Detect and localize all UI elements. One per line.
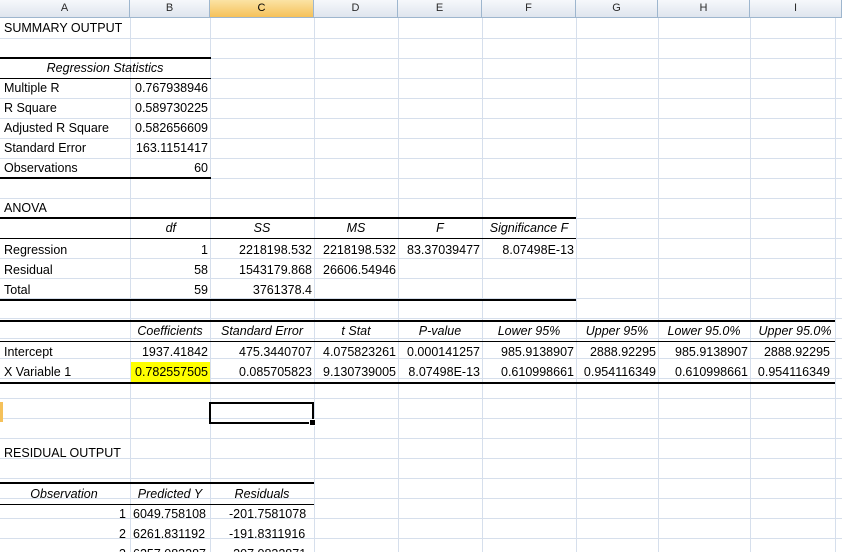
- coef-header-lower-95[interactable]: Lower 95%: [482, 321, 576, 341]
- stat-label-r-square[interactable]: R Square: [4, 98, 57, 118]
- anova-ms-residual[interactable]: 26606.54946: [314, 260, 396, 280]
- residual-predicted-y[interactable]: 6257.083287: [133, 544, 206, 552]
- column-header-c[interactable]: C: [210, 0, 314, 18]
- anova-label-total[interactable]: Total: [4, 280, 30, 300]
- residual-observation[interactable]: 2: [0, 524, 126, 544]
- stat-label-standard-error[interactable]: Standard Error: [4, 138, 86, 158]
- anova-ss-residual[interactable]: 1543179.868: [210, 260, 312, 280]
- coef-header-upper-95-0[interactable]: Upper 95.0%: [750, 321, 840, 341]
- residual-predicted-y[interactable]: 6261.831192: [133, 524, 205, 544]
- coef-intercept-coefficient[interactable]: 1937.41842: [130, 342, 208, 362]
- anova-ss-regression[interactable]: 2218198.532: [210, 240, 312, 260]
- coef-header-standard-error[interactable]: Standard Error: [210, 321, 314, 341]
- cell-grid[interactable]: SUMMARY OUTPUT Regression Statistics Mul…: [0, 18, 842, 552]
- coef-intercept-standard-error[interactable]: 475.3440707: [210, 342, 312, 362]
- column-header-g[interactable]: G: [576, 0, 658, 18]
- stat-label-multiple-r[interactable]: Multiple R: [4, 78, 60, 98]
- residual-observation[interactable]: 3: [0, 544, 126, 552]
- selected-cell[interactable]: [209, 402, 316, 426]
- coef-header-p-value[interactable]: P-value: [398, 321, 482, 341]
- active-row-marker: [0, 402, 3, 422]
- anova-f-regression[interactable]: 83.37039477: [398, 240, 480, 260]
- stat-value-multiple-r[interactable]: 0.767938946: [130, 78, 208, 98]
- residual-header-residuals[interactable]: Residuals: [210, 484, 314, 504]
- anova-header-df[interactable]: df: [130, 218, 176, 238]
- column-header-e[interactable]: E: [398, 0, 482, 18]
- residual-value[interactable]: -201.7581078: [229, 504, 306, 524]
- coef-header-lower-95-0[interactable]: Lower 95.0%: [658, 321, 750, 341]
- coef-intercept-lower-95-0[interactable]: 985.9138907: [658, 342, 748, 362]
- anova-ms-regression[interactable]: 2218198.532: [314, 240, 396, 260]
- stat-label-observations[interactable]: Observations: [4, 158, 78, 178]
- stat-value-r-square[interactable]: 0.589730225: [130, 98, 208, 118]
- coef-x-variable-1-coefficient[interactable]: 0.782557505: [130, 362, 208, 382]
- anova-label-regression[interactable]: Regression: [4, 240, 67, 260]
- coef-x-variable-1-lower-95[interactable]: 0.610998661: [482, 362, 574, 382]
- residual-value[interactable]: -191.8311916: [229, 524, 305, 544]
- coef-label-intercept[interactable]: Intercept: [4, 342, 53, 362]
- coef-intercept-p-value[interactable]: 0.000141257: [398, 342, 480, 362]
- anova-df-regression[interactable]: 1: [130, 240, 208, 260]
- column-header-h[interactable]: H: [658, 0, 750, 18]
- anova-title[interactable]: ANOVA: [4, 198, 47, 218]
- column-header-a[interactable]: A: [0, 0, 130, 18]
- coef-label-x-variable-1[interactable]: X Variable 1: [4, 362, 71, 382]
- coef-intercept-upper-95-0[interactable]: 2888.92295: [750, 342, 830, 362]
- coef-intercept-t-stat[interactable]: 4.075823261: [314, 342, 396, 362]
- residual-output-title[interactable]: RESIDUAL OUTPUT: [4, 443, 121, 463]
- fill-handle[interactable]: [309, 419, 316, 426]
- residual-predicted-y[interactable]: 6049.758108: [133, 504, 206, 524]
- residual-observation[interactable]: 1: [0, 504, 126, 524]
- coef-header-upper-95[interactable]: Upper 95%: [576, 321, 658, 341]
- column-header-i[interactable]: I: [750, 0, 842, 18]
- anova-label-residual[interactable]: Residual: [4, 260, 53, 280]
- stat-value-observations[interactable]: 60: [130, 158, 208, 178]
- coef-header-t-stat[interactable]: t Stat: [314, 321, 398, 341]
- anova-df-total[interactable]: 59: [130, 280, 208, 300]
- column-header-d[interactable]: D: [314, 0, 398, 18]
- anova-ss-total[interactable]: 3761378.4: [210, 280, 312, 300]
- anova-sig-regression[interactable]: 8.07498E-13: [482, 240, 574, 260]
- anova-header-f[interactable]: F: [398, 218, 482, 238]
- summary-title[interactable]: SUMMARY OUTPUT: [4, 18, 122, 38]
- anova-header-significance-f[interactable]: Significance F: [482, 218, 576, 238]
- coef-x-variable-1-upper-95-0[interactable]: 0.954116349: [750, 362, 830, 382]
- stat-value-standard-error[interactable]: 163.1151417: [130, 138, 208, 158]
- stat-value-adjusted-r-square[interactable]: 0.582656609: [130, 118, 208, 138]
- coef-x-variable-1-standard-error[interactable]: 0.085705823: [210, 362, 312, 382]
- residual-header-observation[interactable]: Observation: [0, 484, 128, 504]
- coef-x-variable-1-upper-95[interactable]: 0.954116349: [576, 362, 656, 382]
- regression-statistics-title[interactable]: Regression Statistics: [0, 58, 210, 78]
- stat-label-adjusted-r-square[interactable]: Adjusted R Square: [4, 118, 109, 138]
- spreadsheet: A B C D E F G H I SUMMARY OUTPUT Regress…: [0, 0, 842, 552]
- anova-header-ss[interactable]: SS: [210, 218, 314, 238]
- coef-intercept-lower-95[interactable]: 985.9138907: [482, 342, 574, 362]
- coef-header-coefficients[interactable]: Coefficients: [130, 321, 210, 341]
- coef-x-variable-1-t-stat[interactable]: 9.130739005: [314, 362, 396, 382]
- column-header-f[interactable]: F: [482, 0, 576, 18]
- residual-header-predicted-y[interactable]: Predicted Y: [130, 484, 210, 504]
- coef-intercept-upper-95[interactable]: 2888.92295: [576, 342, 656, 362]
- column-header-b[interactable]: B: [130, 0, 210, 18]
- residual-value[interactable]: -207.0832871: [229, 544, 306, 552]
- anova-header-ms[interactable]: MS: [314, 218, 398, 238]
- coef-x-variable-1-lower-95-0[interactable]: 0.610998661: [658, 362, 748, 382]
- coef-x-variable-1-p-value[interactable]: 8.07498E-13: [398, 362, 480, 382]
- anova-df-residual[interactable]: 58: [130, 260, 208, 280]
